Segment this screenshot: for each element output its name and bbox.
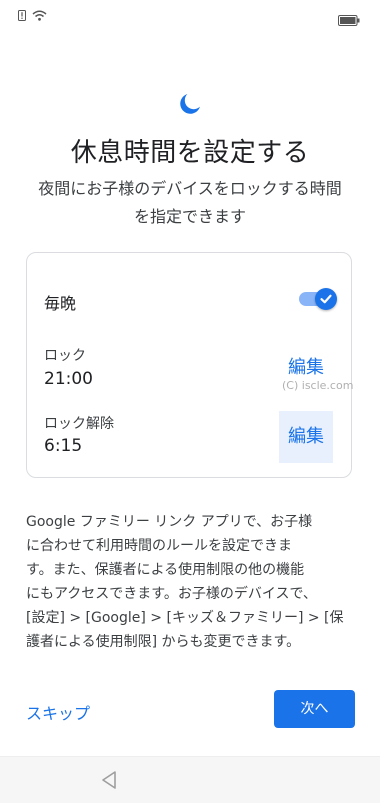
- wifi-icon: [32, 10, 47, 21]
- unlock-time: 6:15: [44, 436, 83, 456]
- description-line: に合わせて利用時間のルールを設定できま: [26, 538, 292, 554]
- status-bar: [0, 0, 380, 32]
- back-icon[interactable]: [100, 770, 118, 790]
- edit-unlock-button[interactable]: 編集: [279, 411, 333, 463]
- bedtime-settings-card: 毎晩 ロック 21:00 編集 ロック解除 6:15 編集: [26, 252, 352, 478]
- battery-icon: [338, 15, 360, 26]
- nightly-label: 毎晩: [44, 294, 77, 313]
- alert-icon: [18, 10, 26, 21]
- watermark: (C) iscle.com: [282, 379, 354, 392]
- description-line: [設定] > [Google] > [キッズ＆ファミリー] > [保: [26, 610, 344, 626]
- moon-icon: [180, 94, 200, 114]
- subtitle-line: を指定できます: [133, 207, 246, 226]
- nightly-toggle[interactable]: [297, 288, 337, 310]
- toggle-thumb: [315, 288, 337, 310]
- next-button[interactable]: 次へ: [274, 690, 355, 728]
- description-line: にもアクセスできます。お子様のデバイスで、: [26, 586, 317, 602]
- unlock-label: ロック解除: [44, 416, 114, 432]
- navigation-bar: [0, 756, 380, 803]
- page-subtitle: 夜間にお子様のデバイスをロックする時間 を指定できます: [25, 175, 355, 231]
- description-line: 護者による使用制限] からも変更できます。: [26, 634, 301, 650]
- status-right: [338, 11, 360, 30]
- description-line: す。また、保護者による使用制限の他の機能: [26, 562, 305, 578]
- page-title: 休息時間を設定する: [70, 138, 310, 168]
- description-line: Google ファミリー リンク アプリで、お子様: [26, 514, 313, 530]
- subtitle-line: 夜間にお子様のデバイスをロックする時間: [38, 179, 342, 198]
- description-text: Google ファミリー リンク アプリで、お子様 に合わせて利用時間のルールを…: [26, 510, 358, 654]
- lock-label: ロック: [44, 348, 86, 364]
- check-icon: [320, 294, 332, 304]
- skip-button[interactable]: スキップ: [26, 700, 90, 724]
- lock-time: 21:00: [44, 369, 93, 389]
- status-left: [18, 10, 47, 21]
